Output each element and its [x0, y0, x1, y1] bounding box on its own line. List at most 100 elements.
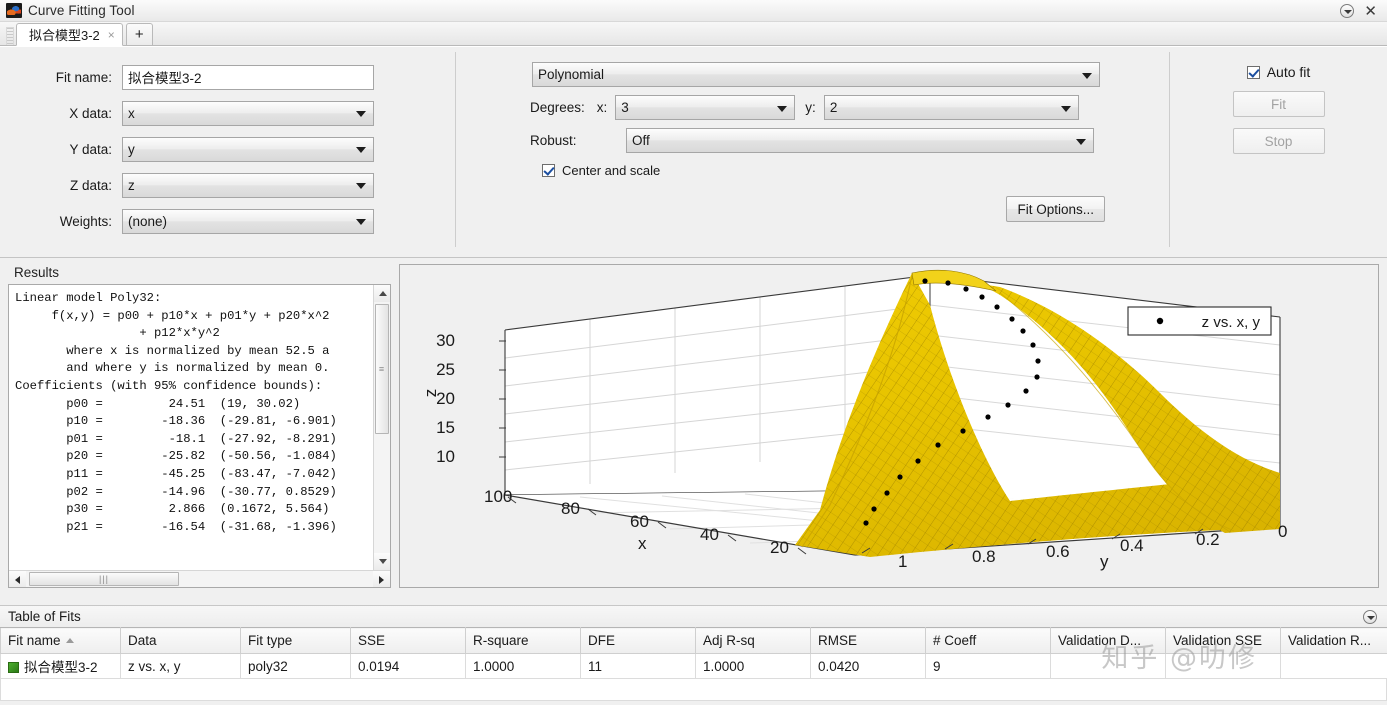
y-tick-0.6: 0.6	[1046, 542, 1070, 561]
fit-options-row: Fit Options...	[456, 196, 1169, 222]
chevron-down-icon	[356, 183, 366, 189]
column-header-fit-name[interactable]: Fit name	[0, 627, 121, 654]
cell-r-square: 1.0000	[465, 653, 581, 679]
fit-options-button[interactable]: Fit Options...	[1006, 196, 1105, 222]
sort-ascending-icon	[65, 638, 74, 643]
z-data-value: z	[128, 177, 135, 193]
column-header-validation-data[interactable]: Validation D...	[1050, 627, 1166, 654]
y-data-row: Y data: y	[38, 134, 455, 164]
center-and-scale-row[interactable]: Center and scale	[542, 163, 1169, 178]
column-header-dfe[interactable]: DFE	[580, 627, 696, 654]
degree-x-select[interactable]: 3	[615, 95, 796, 120]
tab-drag-grip[interactable]	[6, 27, 14, 45]
table-empty-area	[0, 679, 1387, 701]
surface-plot-panel[interactable]: 30 25 20 15 10 z 100 80 60 40 20 x 1 0.8…	[399, 264, 1379, 588]
auto-fit-row[interactable]: Auto fit	[1246, 64, 1310, 80]
model-type-row: Polynomial	[532, 62, 1169, 87]
x-data-label: X data:	[69, 105, 112, 121]
y-tick-0.2: 0.2	[1196, 530, 1220, 549]
table-of-fits-title: Table of Fits	[8, 609, 81, 624]
scroll-up-button[interactable]	[374, 285, 390, 302]
cell-dfe: 11	[580, 653, 696, 679]
chevron-down-icon	[777, 105, 788, 112]
cell-rmse: 0.0420	[810, 653, 926, 679]
dropdown-circle-icon[interactable]	[1340, 3, 1355, 18]
column-header-adj-r-sq[interactable]: Adj R-sq	[695, 627, 811, 654]
column-header-rmse[interactable]: RMSE	[810, 627, 926, 654]
close-icon[interactable]: ✕	[1364, 3, 1377, 18]
results-title: Results	[14, 265, 60, 280]
weights-select[interactable]: (none)	[122, 208, 374, 234]
hscroll-track[interactable]: |||	[26, 571, 373, 587]
column-header-validation-r[interactable]: Validation R...	[1280, 627, 1387, 654]
z-data-label: Z data:	[69, 177, 112, 193]
x-tick-100: 100	[484, 487, 512, 506]
fit-name-input[interactable]: 拟合模型3-2	[122, 64, 374, 90]
chevron-down-icon	[356, 147, 366, 153]
chevron-down-icon	[356, 219, 366, 225]
y-data-value: y	[128, 141, 135, 157]
fit-button[interactable]: Fit	[1232, 91, 1325, 117]
tab-close-icon[interactable]: ×	[108, 28, 115, 42]
robust-value: Off	[632, 133, 650, 148]
results-horizontal-scrollbar[interactable]: |||	[9, 570, 390, 587]
column-header-validation-sse[interactable]: Validation SSE	[1165, 627, 1281, 654]
column-header-sse[interactable]: SSE	[350, 627, 466, 654]
add-tab-button[interactable]: +	[125, 23, 153, 45]
weights-row: Weights: (none)	[38, 206, 455, 236]
vscroll-thumb[interactable]: ≡	[375, 304, 389, 434]
z-data-select[interactable]: z	[122, 172, 374, 198]
model-type-select[interactable]: Polynomial	[532, 62, 1100, 87]
cell-validation-sse	[1165, 653, 1281, 679]
z-tick-25: 25	[436, 360, 455, 379]
scroll-grip-icon: ≡	[378, 364, 386, 374]
chevron-down-icon	[1060, 105, 1071, 112]
z-data-row: Z data: z	[38, 170, 455, 200]
degrees-row: Degrees: x: 3 y: 2	[530, 95, 1169, 120]
column-header-num-coeff[interactable]: # Coeff	[925, 627, 1051, 654]
plot-legend[interactable]: z vs. x, y	[1127, 306, 1272, 336]
scroll-grip-icon: |||	[98, 574, 110, 584]
degrees-label: Degrees:	[530, 100, 585, 115]
robust-label: Robust:	[530, 133, 577, 148]
fit-actions-panel: Auto fit Fit Stop	[1170, 46, 1387, 257]
chevron-down-icon	[1082, 72, 1092, 79]
degree-y-select[interactable]: 2	[823, 95, 1079, 120]
y-axis-label: y	[1100, 552, 1109, 571]
table-row[interactable]: 拟合模型3-2 z vs. x, y poly32 0.0194 1.0000 …	[0, 653, 1387, 679]
surface-plot-svg[interactable]: 30 25 20 15 10 z 100 80 60 40 20 x 1 0.8…	[400, 265, 1379, 575]
stop-button[interactable]: Stop	[1232, 128, 1325, 154]
column-header-fit-type[interactable]: Fit type	[240, 627, 351, 654]
tab-label: 拟合模型3-2	[29, 28, 100, 43]
fit-name-label: Fit name:	[55, 69, 112, 85]
hscroll-thumb[interactable]: |||	[29, 572, 179, 586]
legend-label: z vs. x, y	[1202, 314, 1261, 331]
x-tick-80: 80	[561, 499, 580, 518]
z-axis-label: z	[421, 389, 440, 398]
y-tick-1: 1	[898, 552, 907, 571]
legend-marker-dot-icon	[1156, 317, 1164, 325]
auto-fit-checkbox[interactable]	[1246, 65, 1260, 79]
collapse-icon[interactable]	[1363, 610, 1377, 624]
x-axis-label: x	[638, 534, 647, 553]
z-tick-30: 30	[436, 331, 455, 350]
z-tick-15: 15	[436, 418, 455, 437]
table-of-fits-panel: Table of Fits Fit name Data Fit type SSE…	[0, 605, 1387, 705]
robust-row: Robust: Off	[530, 128, 1169, 153]
scroll-left-button[interactable]	[9, 571, 26, 587]
vscroll-track[interactable]: ≡	[374, 302, 390, 553]
center-and-scale-checkbox[interactable]	[542, 164, 555, 177]
robust-select[interactable]: Off	[626, 128, 1094, 153]
column-header-data[interactable]: Data	[120, 627, 241, 654]
x-tick-60: 60	[630, 512, 649, 531]
results-vertical-scrollbar[interactable]: ≡	[373, 285, 390, 570]
x-data-select[interactable]: x	[122, 100, 374, 126]
scroll-down-button[interactable]	[374, 553, 390, 570]
model-settings-form: Polynomial Degrees: x: 3 y: 2 Robust: Of…	[456, 46, 1169, 257]
tab-fit-model[interactable]: 拟合模型3-2 ×	[16, 23, 123, 46]
column-header-r-square[interactable]: R-square	[465, 627, 581, 654]
fit-name-row: Fit name: 拟合模型3-2	[38, 62, 455, 92]
cell-fit-type: poly32	[240, 653, 351, 679]
scroll-right-button[interactable]	[373, 571, 390, 587]
y-data-select[interactable]: y	[122, 136, 374, 162]
